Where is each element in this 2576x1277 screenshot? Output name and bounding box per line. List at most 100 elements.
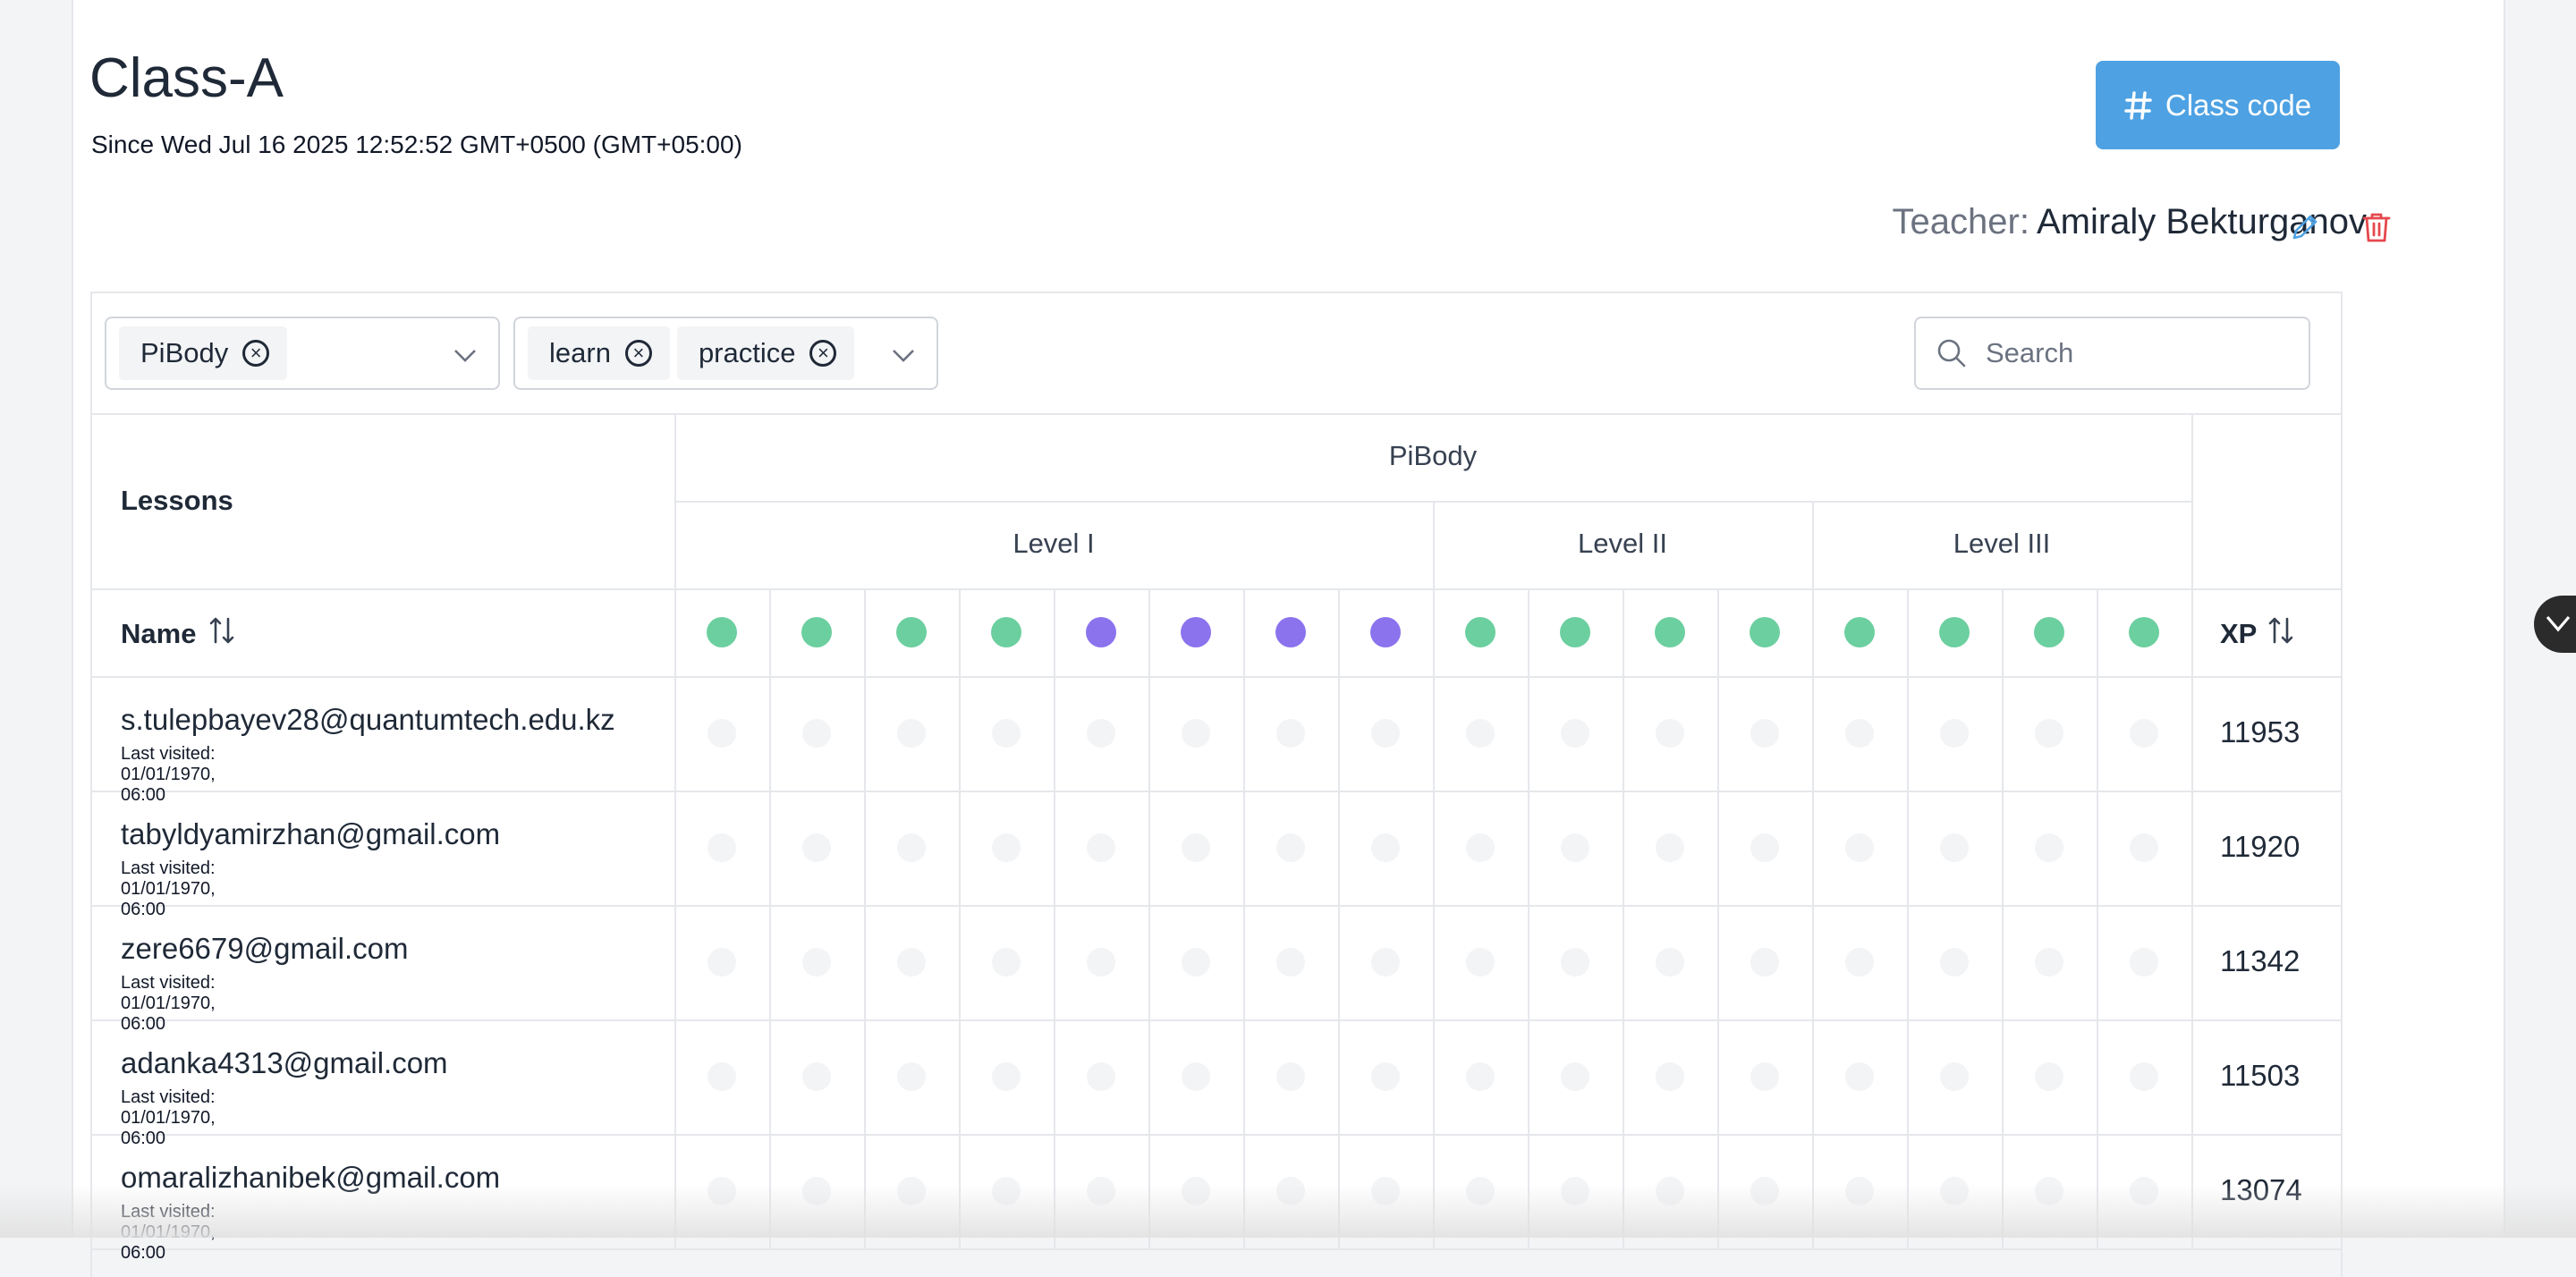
progress-dot[interactable] (2035, 948, 2063, 977)
lesson-practice-dot[interactable] (1370, 617, 1401, 647)
progress-dot[interactable] (1561, 1062, 1589, 1091)
lesson-practice-dot[interactable] (1181, 617, 1211, 647)
progress-dot[interactable] (1087, 833, 1115, 862)
progress-dot[interactable] (1371, 948, 1400, 977)
side-panel-toggle[interactable] (2534, 596, 2576, 653)
student-email[interactable]: adanka4313@gmail.com (121, 1046, 448, 1080)
progress-dot[interactable] (802, 1062, 831, 1091)
progress-dot[interactable] (1466, 948, 1495, 977)
progress-dot[interactable] (992, 1062, 1021, 1091)
course-select[interactable]: PiBody × (105, 317, 500, 390)
progress-dot[interactable] (1656, 948, 1684, 977)
progress-dot[interactable] (1845, 948, 1874, 977)
lesson-practice-dot[interactable] (1275, 617, 1306, 647)
progress-dot[interactable] (1182, 948, 1210, 977)
lesson-learn-dot[interactable] (1655, 617, 1685, 647)
progress-dot[interactable] (992, 719, 1021, 748)
progress-dot[interactable] (2035, 1062, 2063, 1091)
progress-dot[interactable] (1656, 719, 1684, 748)
student-email[interactable]: s.tulepbayev28@quantumtech.edu.kz (121, 703, 615, 737)
xp-sort-header[interactable]: XP (2220, 615, 2294, 653)
progress-dot[interactable] (1276, 1062, 1305, 1091)
progress-dot[interactable] (2130, 719, 2158, 748)
progress-dot[interactable] (1561, 719, 1589, 748)
progress-dot[interactable] (1466, 833, 1495, 862)
lesson-learn-dot[interactable] (1560, 617, 1590, 647)
progress-dot[interactable] (1182, 1062, 1210, 1091)
lesson-learn-dot[interactable] (1939, 617, 1970, 647)
progress-dot[interactable] (1845, 719, 1874, 748)
delete-class-button[interactable] (2357, 207, 2396, 247)
progress-dot[interactable] (1561, 948, 1589, 977)
progress-dot[interactable] (2130, 948, 2158, 977)
progress-dot[interactable] (1845, 833, 1874, 862)
student-email[interactable]: zere6679@gmail.com (121, 932, 408, 966)
progress-dot[interactable] (1276, 719, 1305, 748)
progress-dot[interactable] (2035, 719, 2063, 748)
progress-dot[interactable] (1750, 948, 1779, 977)
search-field[interactable]: Search (1914, 317, 2310, 390)
progress-dot[interactable] (1466, 719, 1495, 748)
lesson-learn-dot[interactable] (2034, 617, 2064, 647)
progress-dot[interactable] (1276, 833, 1305, 862)
progress-dot[interactable] (1182, 719, 1210, 748)
progress-dot[interactable] (1940, 1062, 1969, 1091)
remove-chip-icon[interactable]: × (242, 340, 270, 367)
progress-dot[interactable] (897, 1062, 926, 1091)
name-sort-header[interactable]: Name (121, 615, 235, 653)
progress-dot[interactable] (1087, 1062, 1115, 1091)
progress-dot[interactable] (708, 1062, 736, 1091)
progress-dot[interactable] (1087, 719, 1115, 748)
lesson-learn-dot[interactable] (1750, 617, 1780, 647)
progress-dot[interactable] (1371, 833, 1400, 862)
progress-dot[interactable] (1750, 719, 1779, 748)
lesson-type-select[interactable]: learn × practice × (513, 317, 938, 390)
progress-dot[interactable] (2130, 833, 2158, 862)
progress-dot[interactable] (897, 948, 926, 977)
class-code-button[interactable]: Class code (2096, 61, 2340, 149)
progress-dot[interactable] (1087, 948, 1115, 977)
sort-icon[interactable] (208, 615, 235, 653)
progress-dot[interactable] (802, 833, 831, 862)
progress-dot[interactable] (708, 833, 736, 862)
lesson-learn-dot[interactable] (1465, 617, 1496, 647)
progress-dot[interactable] (1845, 1062, 1874, 1091)
progress-dot[interactable] (802, 719, 831, 748)
progress-dot[interactable] (1940, 948, 1969, 977)
progress-dot[interactable] (708, 948, 736, 977)
progress-dot[interactable] (1371, 719, 1400, 748)
last-visited-text: Last visited: 01/01/1970, 06:00 (121, 858, 216, 919)
edit-teacher-button[interactable] (2285, 207, 2325, 247)
lesson-learn-dot[interactable] (801, 617, 832, 647)
sort-icon[interactable] (2267, 615, 2294, 653)
progress-dot[interactable] (992, 833, 1021, 862)
remove-chip-icon[interactable]: × (809, 340, 837, 367)
lesson-practice-dot[interactable] (1086, 617, 1116, 647)
progress-dot[interactable] (1466, 1062, 1495, 1091)
progress-dot[interactable] (1656, 833, 1684, 862)
progress-dot[interactable] (802, 948, 831, 977)
progress-dot[interactable] (1182, 833, 1210, 862)
progress-dot[interactable] (1371, 1062, 1400, 1091)
progress-dot[interactable] (2035, 833, 2063, 862)
progress-dot[interactable] (1940, 719, 1969, 748)
lesson-learn-dot[interactable] (2129, 617, 2159, 647)
progress-dot[interactable] (708, 719, 736, 748)
lesson-learn-dot[interactable] (1844, 617, 1875, 647)
lesson-learn-dot[interactable] (991, 617, 1021, 647)
progress-dot[interactable] (992, 948, 1021, 977)
lesson-learn-dot[interactable] (896, 617, 927, 647)
progress-dot[interactable] (1750, 1062, 1779, 1091)
page-title: Class-A (89, 47, 284, 109)
progress-dot[interactable] (1276, 948, 1305, 977)
progress-dot[interactable] (2130, 1062, 2158, 1091)
student-email[interactable]: tabyldyamirzhan@gmail.com (121, 817, 500, 851)
progress-dot[interactable] (1750, 833, 1779, 862)
progress-dot[interactable] (1940, 833, 1969, 862)
progress-dot[interactable] (1656, 1062, 1684, 1091)
remove-chip-icon[interactable]: × (624, 340, 652, 367)
progress-dot[interactable] (897, 719, 926, 748)
progress-dot[interactable] (897, 833, 926, 862)
lesson-learn-dot[interactable] (707, 617, 737, 647)
progress-dot[interactable] (1561, 833, 1589, 862)
